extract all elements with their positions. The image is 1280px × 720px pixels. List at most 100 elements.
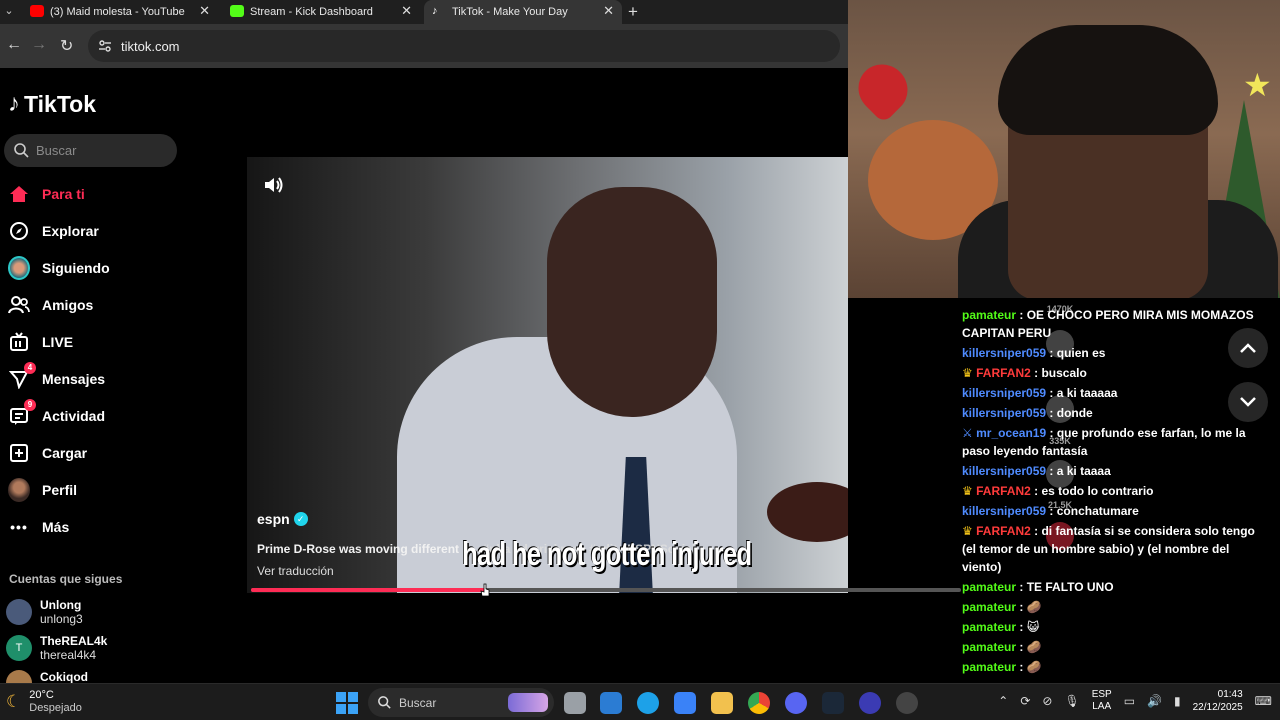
nav-siguiendo[interactable]: Siguiendo [8,255,110,281]
video-progress-bar[interactable] [251,583,961,597]
language-indicator[interactable]: ESP LAA [1092,689,1112,713]
nav-mensajes[interactable]: 4 Mensajes [8,362,106,392]
account-name: Unlong [40,598,82,612]
reload-icon[interactable]: ↻ [60,36,73,56]
nav-label: Mensajes [42,371,106,387]
nav-live[interactable]: LIVE [8,329,73,355]
nav-mas[interactable]: ••• Más [8,514,69,540]
chat-username[interactable]: killersniper059 [962,346,1046,360]
chat-message: ⚔ mr_ocean19 : que profundo ese farfan, … [962,426,1246,458]
weather-widget[interactable]: ☾ 20°C Despejado [6,689,82,715]
notifications-off-icon[interactable]: ⊘ [1042,694,1052,708]
following-account[interactable]: Cokiqod [6,670,88,683]
activity-badge: 9 [24,399,36,411]
weather-temp: 20°C [29,689,54,701]
chat-username[interactable]: pamateur [962,308,1016,322]
steam-icon[interactable] [822,692,844,714]
see-translation-link[interactable]: Ver traducción [257,564,334,578]
chat-username[interactable]: mr_ocean19 [976,426,1046,440]
taskbar-search[interactable]: Buscar [368,688,554,717]
browser-toolbar: ← → ↻ tiktok.com [0,24,848,68]
nav-perfil[interactable]: Perfil [8,477,77,503]
chat-username[interactable]: killersniper059 [962,504,1046,518]
chat-text: quien es [1056,346,1106,360]
nav-explorar[interactable]: Explorar [8,218,99,244]
nav-cargar[interactable]: Cargar [8,440,87,466]
forward-arrow-icon[interactable]: → [31,36,47,54]
chat-message: killersniper059 : quien es [962,346,1106,360]
profile-avatar-icon [8,478,30,502]
volume-icon[interactable]: 🔊 [1147,694,1162,708]
tab-search-chevron-icon[interactable]: ⌄ [0,4,18,17]
chat-username[interactable]: pamateur [962,620,1016,634]
chat-text: conchatumare [1056,504,1139,518]
battery-icon[interactable]: ▮ [1174,694,1181,708]
site-settings-icon[interactable] [98,39,112,53]
previous-video-button[interactable] [1228,328,1268,368]
windows-start-icon[interactable] [336,692,358,714]
edge-icon[interactable] [637,692,659,714]
chat-message: killersniper059 : a ki taaaa [962,464,1111,478]
chat-text: a ki taaaa [1056,464,1111,478]
search-input[interactable]: Buscar [4,134,177,167]
chat-message: ♛ FARFAN2 : di fantasía si se considera … [962,524,1255,574]
account-handle: thereal4k4 [40,648,97,662]
back-arrow-icon[interactable]: ← [6,36,22,54]
sync-icon[interactable]: ⟳ [1020,694,1030,708]
store-icon[interactable] [674,692,696,714]
chat-username[interactable]: pamateur [962,660,1016,674]
new-tab-button[interactable]: + [628,2,638,22]
tab-youtube[interactable]: (3) Maid molesta - YouTube ✕ [22,0,218,24]
microphone-icon[interactable]: 🎙 [1064,694,1079,708]
task-view-icon[interactable] [564,692,586,714]
clock-time: 01:43 [1217,689,1243,700]
chat-username[interactable]: killersniper059 [962,386,1046,400]
chat-username[interactable]: killersniper059 [962,464,1046,478]
notification-center-icon[interactable]: ⌨ [1255,694,1272,708]
chat-username[interactable]: FARFAN2 [976,366,1031,380]
close-tab-icon[interactable]: ✕ [199,3,210,19]
close-tab-icon[interactable]: ✕ [603,3,614,19]
discord-icon[interactable] [785,692,807,714]
nav-para-ti[interactable]: Para ti [8,181,85,207]
video-author[interactable]: espn ✓ [257,511,308,527]
clock[interactable]: 01:43 22/12/2025 [1193,688,1243,714]
chevron-up-icon[interactable]: ⌃ [998,694,1008,708]
tab-tiktok[interactable]: ♪ TikTok - Make Your Day ✕ [424,0,622,24]
address-bar[interactable]: tiktok.com [88,30,840,62]
windows-taskbar: ☾ 20°C Despejado Buscar ⌃ ⟳ ⊘ 🎙 ESP LAA … [0,683,1280,720]
browser-tab-strip: ⌄ (3) Maid molesta - YouTube ✕ Stream - … [0,0,848,24]
chat-username[interactable]: pamateur [962,600,1016,614]
video-player[interactable]: espn ✓ Prime D-Rose was moving different… [247,157,848,593]
sword-badge-icon: ⚔ [962,426,973,440]
app-icon[interactable] [859,692,881,714]
chat-message: pamateur : 😺 [962,620,1040,634]
kick-favicon-icon [230,5,244,17]
chat-username[interactable]: pamateur [962,640,1016,654]
nav-amigos[interactable]: Amigos [8,292,93,318]
tab-kick[interactable]: Stream - Kick Dashboard ✕ [222,0,420,24]
logo-text: TikTok [24,90,96,117]
network-icon[interactable]: ▭ [1124,694,1135,708]
chat-message: killersniper059 : donde [962,406,1093,420]
chat-emote: 😺 [1026,620,1040,634]
outlook-icon[interactable] [600,692,622,714]
nav-label: Explorar [42,223,99,239]
close-tab-icon[interactable]: ✕ [401,3,412,19]
following-account[interactable]: Unlong unlong3 [6,598,83,626]
chat-username[interactable]: pamateur [962,580,1016,594]
tiktok-logo[interactable]: ♪ TikTok [8,90,96,118]
chat-username[interactable]: killersniper059 [962,406,1046,420]
next-video-button[interactable] [1228,382,1268,422]
file-explorer-icon[interactable] [711,692,733,714]
volume-icon[interactable] [263,175,285,195]
chrome-icon[interactable] [748,692,770,714]
following-account[interactable]: T TheREAL4k thereal4k4 [6,634,107,662]
obs-icon[interactable] [896,692,918,714]
nav-actividad[interactable]: 9 Actividad [8,399,105,429]
following-avatar-icon [8,256,30,280]
chat-username[interactable]: FARFAN2 [976,484,1031,498]
search-icon [14,143,29,158]
chat-username[interactable]: FARFAN2 [976,524,1031,538]
chat-message: killersniper059 : conchatumare [962,504,1139,518]
